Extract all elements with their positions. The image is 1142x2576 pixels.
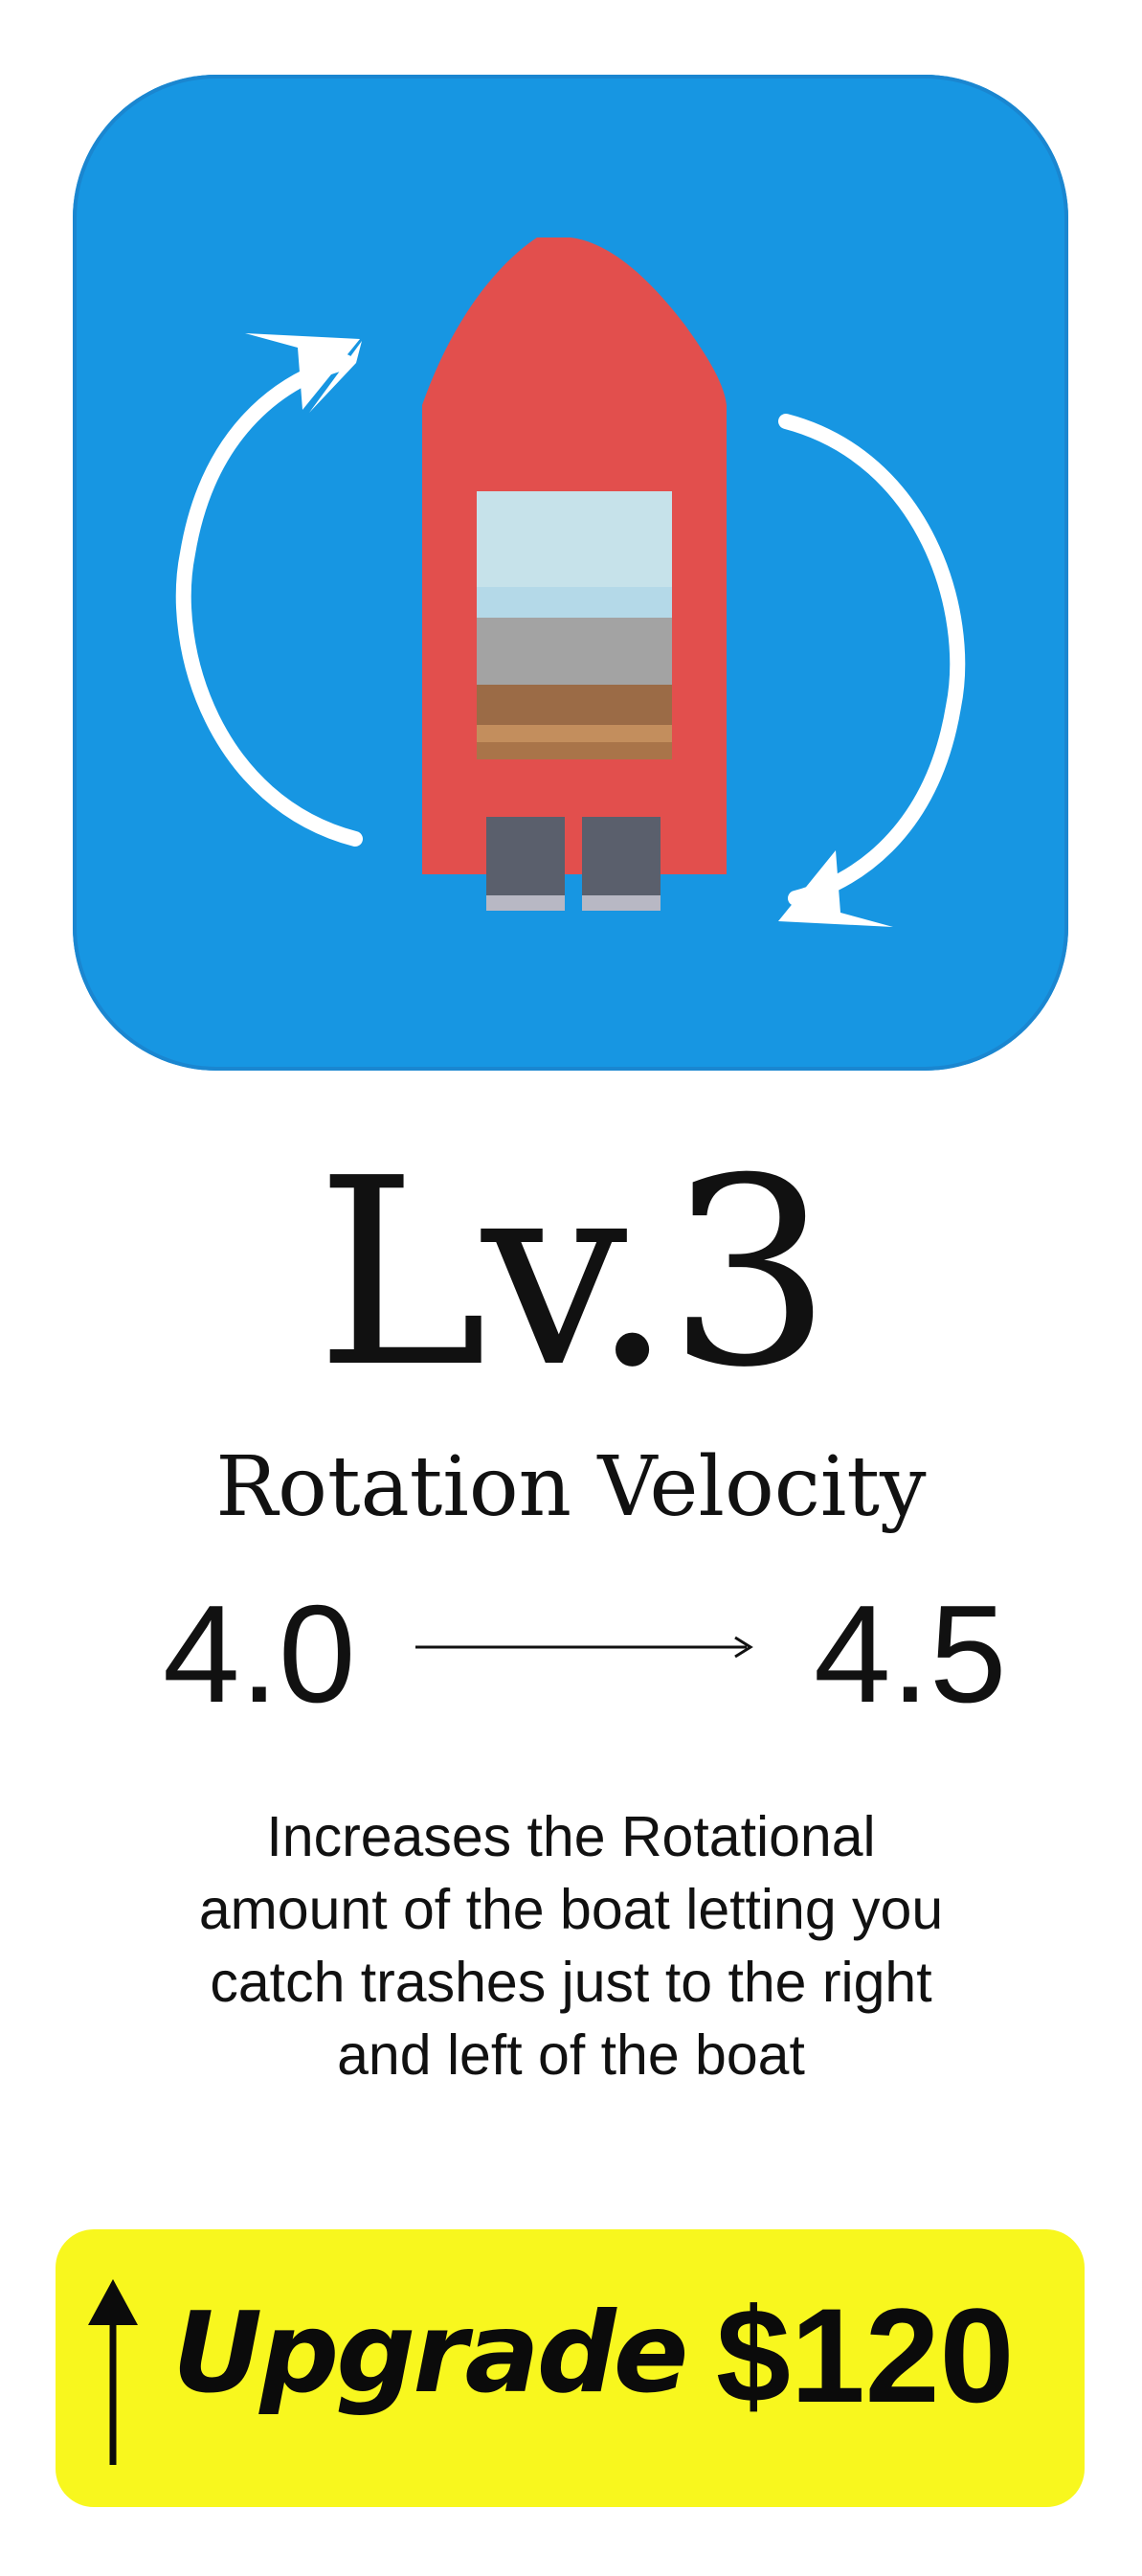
rotating-boat-icon	[175, 237, 966, 927]
upgrade-button[interactable]: Upgrade $120	[56, 2229, 1085, 2507]
stat-next-value: 4.5	[814, 1576, 1007, 1731]
up-arrow-icon	[88, 2279, 138, 2465]
upgrade-button-label: Upgrade	[172, 2289, 688, 2418]
upgrade-price: $120	[716, 2280, 1015, 2430]
rotate-right-arrow-icon	[778, 414, 966, 927]
rotate-left-arrow-icon	[175, 333, 363, 847]
boat-icon	[422, 237, 727, 911]
stat-name: Rotation Velocity	[215, 1439, 927, 1535]
upgrade-description: Increases the Rotational amount of the b…	[198, 1805, 944, 2087]
right-arrow-icon	[415, 1636, 753, 1659]
stat-current-value: 4.0	[163, 1576, 356, 1731]
upgrade-icon-tile	[73, 75, 1068, 1071]
level-title: Lv.3	[315, 1122, 832, 1424]
